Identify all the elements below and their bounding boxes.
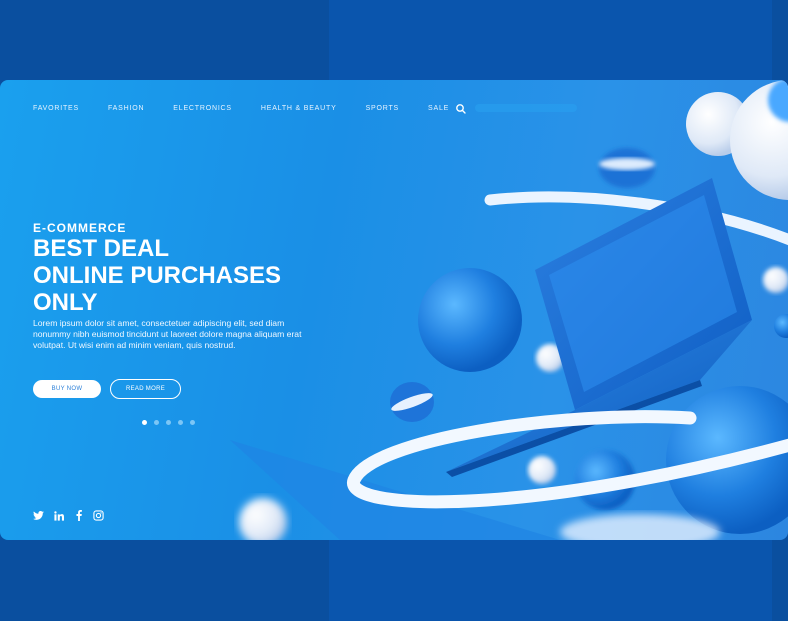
search-bar (455, 99, 579, 116)
instagram-icon[interactable] (93, 510, 104, 521)
hero-title: BEST DEAL ONLINE PURCHASES ONLY (33, 235, 333, 316)
slider-dot-5[interactable] (190, 420, 195, 425)
facebook-icon[interactable] (73, 510, 84, 521)
social-links (33, 510, 113, 521)
slider-dot-4[interactable] (178, 420, 183, 425)
slider-dot-3[interactable] (166, 420, 171, 425)
read-more-button[interactable]: READ MORE (110, 379, 181, 399)
hero-title-line-3: ONLY (33, 289, 98, 316)
nav-item-favorites[interactable]: FAVORITES (33, 105, 79, 112)
slider-dots (142, 420, 202, 425)
buy-now-button[interactable]: BUY NOW (33, 380, 101, 398)
nav-item-sports[interactable]: SPORTS (366, 105, 399, 112)
hero-title-line-1: BEST DEAL (33, 235, 170, 262)
hero-description: Lorem ipsum dolor sit amet, consectetuer… (33, 318, 302, 350)
slider-dot-1[interactable] (142, 420, 147, 425)
nav-item-electronics[interactable]: ELECTRONICS (173, 105, 232, 112)
nav-item-sale[interactable]: SALE (428, 105, 449, 112)
nav-item-fashion[interactable]: FASHION (108, 105, 144, 112)
slider-dot-2[interactable] (154, 420, 159, 425)
nav-item-health-beauty[interactable]: HEALTH & BEAUTY (261, 105, 337, 112)
hero-kicker: E-COMMERCE (33, 221, 127, 235)
hero-title-line-2: ONLINE PURCHASES (33, 262, 282, 289)
search-icon[interactable] (455, 102, 467, 114)
search-input[interactable] (475, 103, 577, 112)
top-nav: FAVORITES FASHION ELECTRONICS HEALTH & B… (33, 102, 478, 114)
twitter-icon[interactable] (33, 510, 44, 521)
linkedin-icon[interactable] (53, 510, 64, 521)
hero-card: FAVORITES FASHION ELECTRONICS HEALTH & B… (0, 80, 788, 540)
